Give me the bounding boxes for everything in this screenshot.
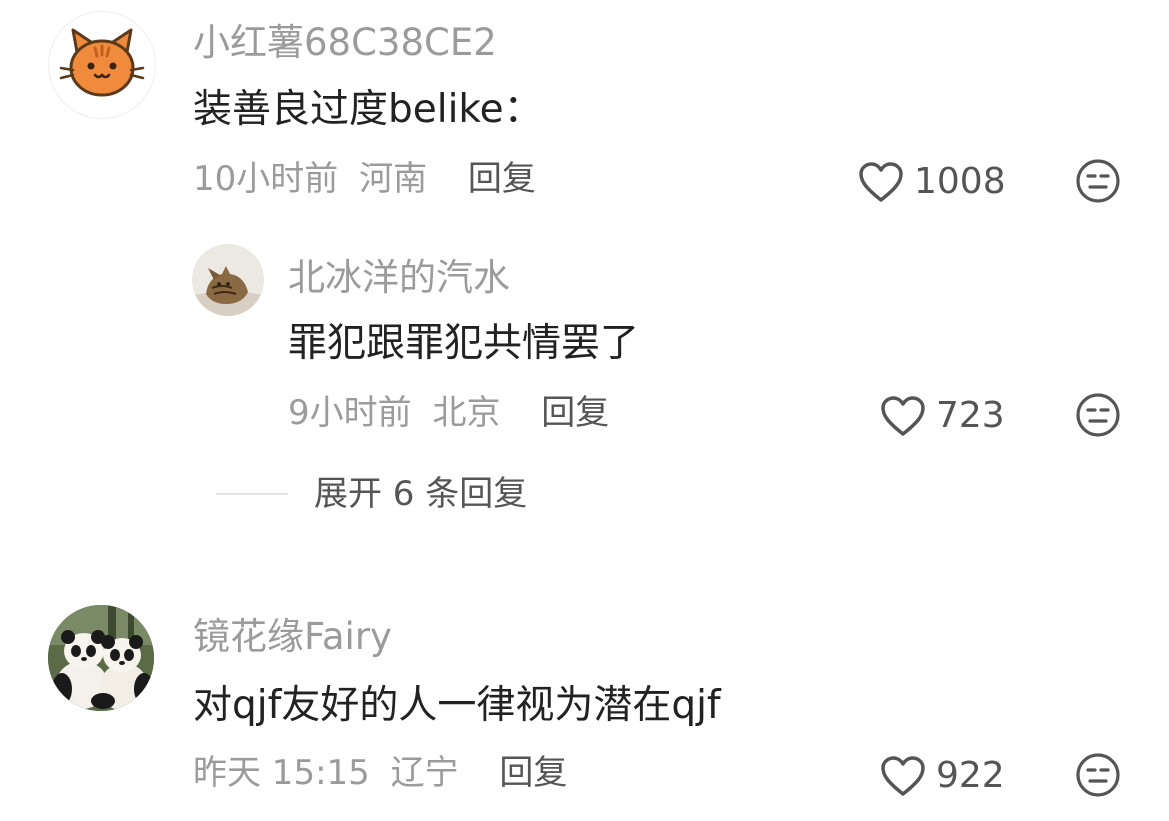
- like-button[interactable]: 723: [880, 395, 1005, 437]
- panda-photo-icon: [48, 605, 154, 711]
- reply-content: 罪犯跟罪犯共情罢了: [288, 321, 640, 366]
- heart-outline-icon: [881, 756, 925, 796]
- reply-location: 北京: [432, 393, 501, 433]
- comment-location: 辽宁: [390, 753, 459, 793]
- reply-time: 9小时前: [288, 393, 412, 433]
- reply-username[interactable]: 北冰洋的汽水: [288, 259, 510, 296]
- neutral-face-icon: [1076, 393, 1120, 437]
- like-count: 1008: [914, 161, 1006, 202]
- cat-face-icon: [59, 28, 145, 97]
- like-button[interactable]: 922: [880, 755, 1005, 797]
- reply-button[interactable]: 回复: [541, 393, 609, 433]
- comment-content: 对qjf友好的人一律视为潜在qjf: [193, 683, 721, 728]
- expand-replies[interactable]: 展开 6 条回复: [216, 477, 527, 511]
- cat-photo-icon: [192, 244, 264, 316]
- reaction-button[interactable]: [1075, 392, 1121, 438]
- reaction-button[interactable]: [1075, 752, 1121, 798]
- comment-username[interactable]: 镜花缘Fairy: [193, 618, 392, 655]
- reply-button[interactable]: 回复: [499, 753, 567, 793]
- like-count: 922: [936, 755, 1005, 796]
- comment-meta: 10小时前 河南 回复: [193, 162, 536, 196]
- reply-meta: 9小时前 北京 回复: [288, 396, 609, 430]
- avatar-cat[interactable]: [48, 11, 156, 119]
- comment-time: 10小时前: [193, 159, 339, 199]
- comment-content: 装善良过度belike：: [193, 87, 543, 132]
- avatar-tabby-cat[interactable]: [192, 244, 264, 316]
- expand-divider: [216, 493, 288, 495]
- comment-time: 昨天 15:15: [193, 753, 370, 793]
- comment-location: 河南: [359, 159, 428, 199]
- avatar-pandas[interactable]: [48, 605, 154, 711]
- like-button[interactable]: 1008: [858, 161, 1006, 203]
- like-count: 723: [936, 395, 1005, 436]
- reaction-button[interactable]: [1075, 158, 1121, 204]
- neutral-face-icon: [1076, 159, 1120, 203]
- comment-username[interactable]: 小红薯68C38CE2: [193, 24, 497, 61]
- reply-button[interactable]: 回复: [468, 159, 536, 199]
- comment-meta: 昨天 15:15 辽宁 回复: [193, 756, 567, 790]
- heart-outline-icon: [859, 162, 903, 202]
- neutral-face-icon: [1076, 753, 1120, 797]
- expand-replies-label[interactable]: 展开 6 条回复: [314, 477, 527, 511]
- heart-outline-icon: [881, 396, 925, 436]
